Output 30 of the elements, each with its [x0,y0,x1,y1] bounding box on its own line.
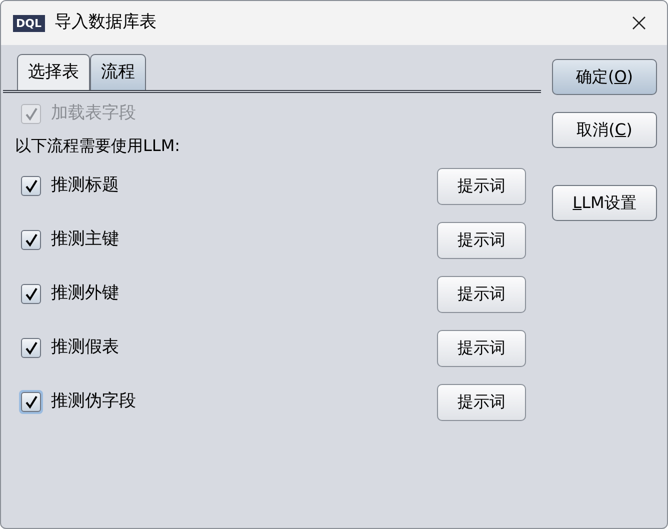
checkbox-label: 推测标题 [51,174,119,198]
checkbox[interactable] [21,338,41,358]
prompt-button[interactable]: 提示词 [437,276,526,312]
dialog-button[interactable]: 确定(O) [552,59,657,95]
intro-text: 以下流程需要使用LLM: [14,135,182,157]
tab[interactable]: 选择表 [17,54,90,90]
app-logo: DQL [13,14,44,32]
dialog-button[interactable]: LLM设置 [552,185,657,221]
check-icon [24,341,38,355]
checkbox[interactable] [21,284,41,304]
tab[interactable]: 流程 [90,54,146,90]
checkbox-label: 推测外键 [51,282,119,306]
prompt-button[interactable]: 提示词 [437,330,526,366]
prompt-button[interactable]: 提示词 [437,168,526,204]
check-icon [24,287,38,301]
checkbox[interactable] [21,230,41,250]
checkbox-label: 推测伪字段 [51,390,136,414]
dialog-button[interactable]: 取消(C) [552,112,657,148]
close-icon[interactable] [631,15,647,31]
check-icon [24,107,38,121]
checkbox-label: 推测假表 [51,336,119,360]
window-title: 导入数据库表 [54,11,156,34]
check-icon [24,233,38,247]
checkbox[interactable] [21,176,41,196]
prompt-button[interactable]: 提示词 [437,384,526,420]
checkbox-label: 推测主键 [51,228,119,252]
check-icon [24,395,38,409]
prompt-button[interactable]: 提示词 [437,222,526,258]
check-icon [24,179,38,193]
checkbox-label: 加载表字段 [51,102,136,126]
